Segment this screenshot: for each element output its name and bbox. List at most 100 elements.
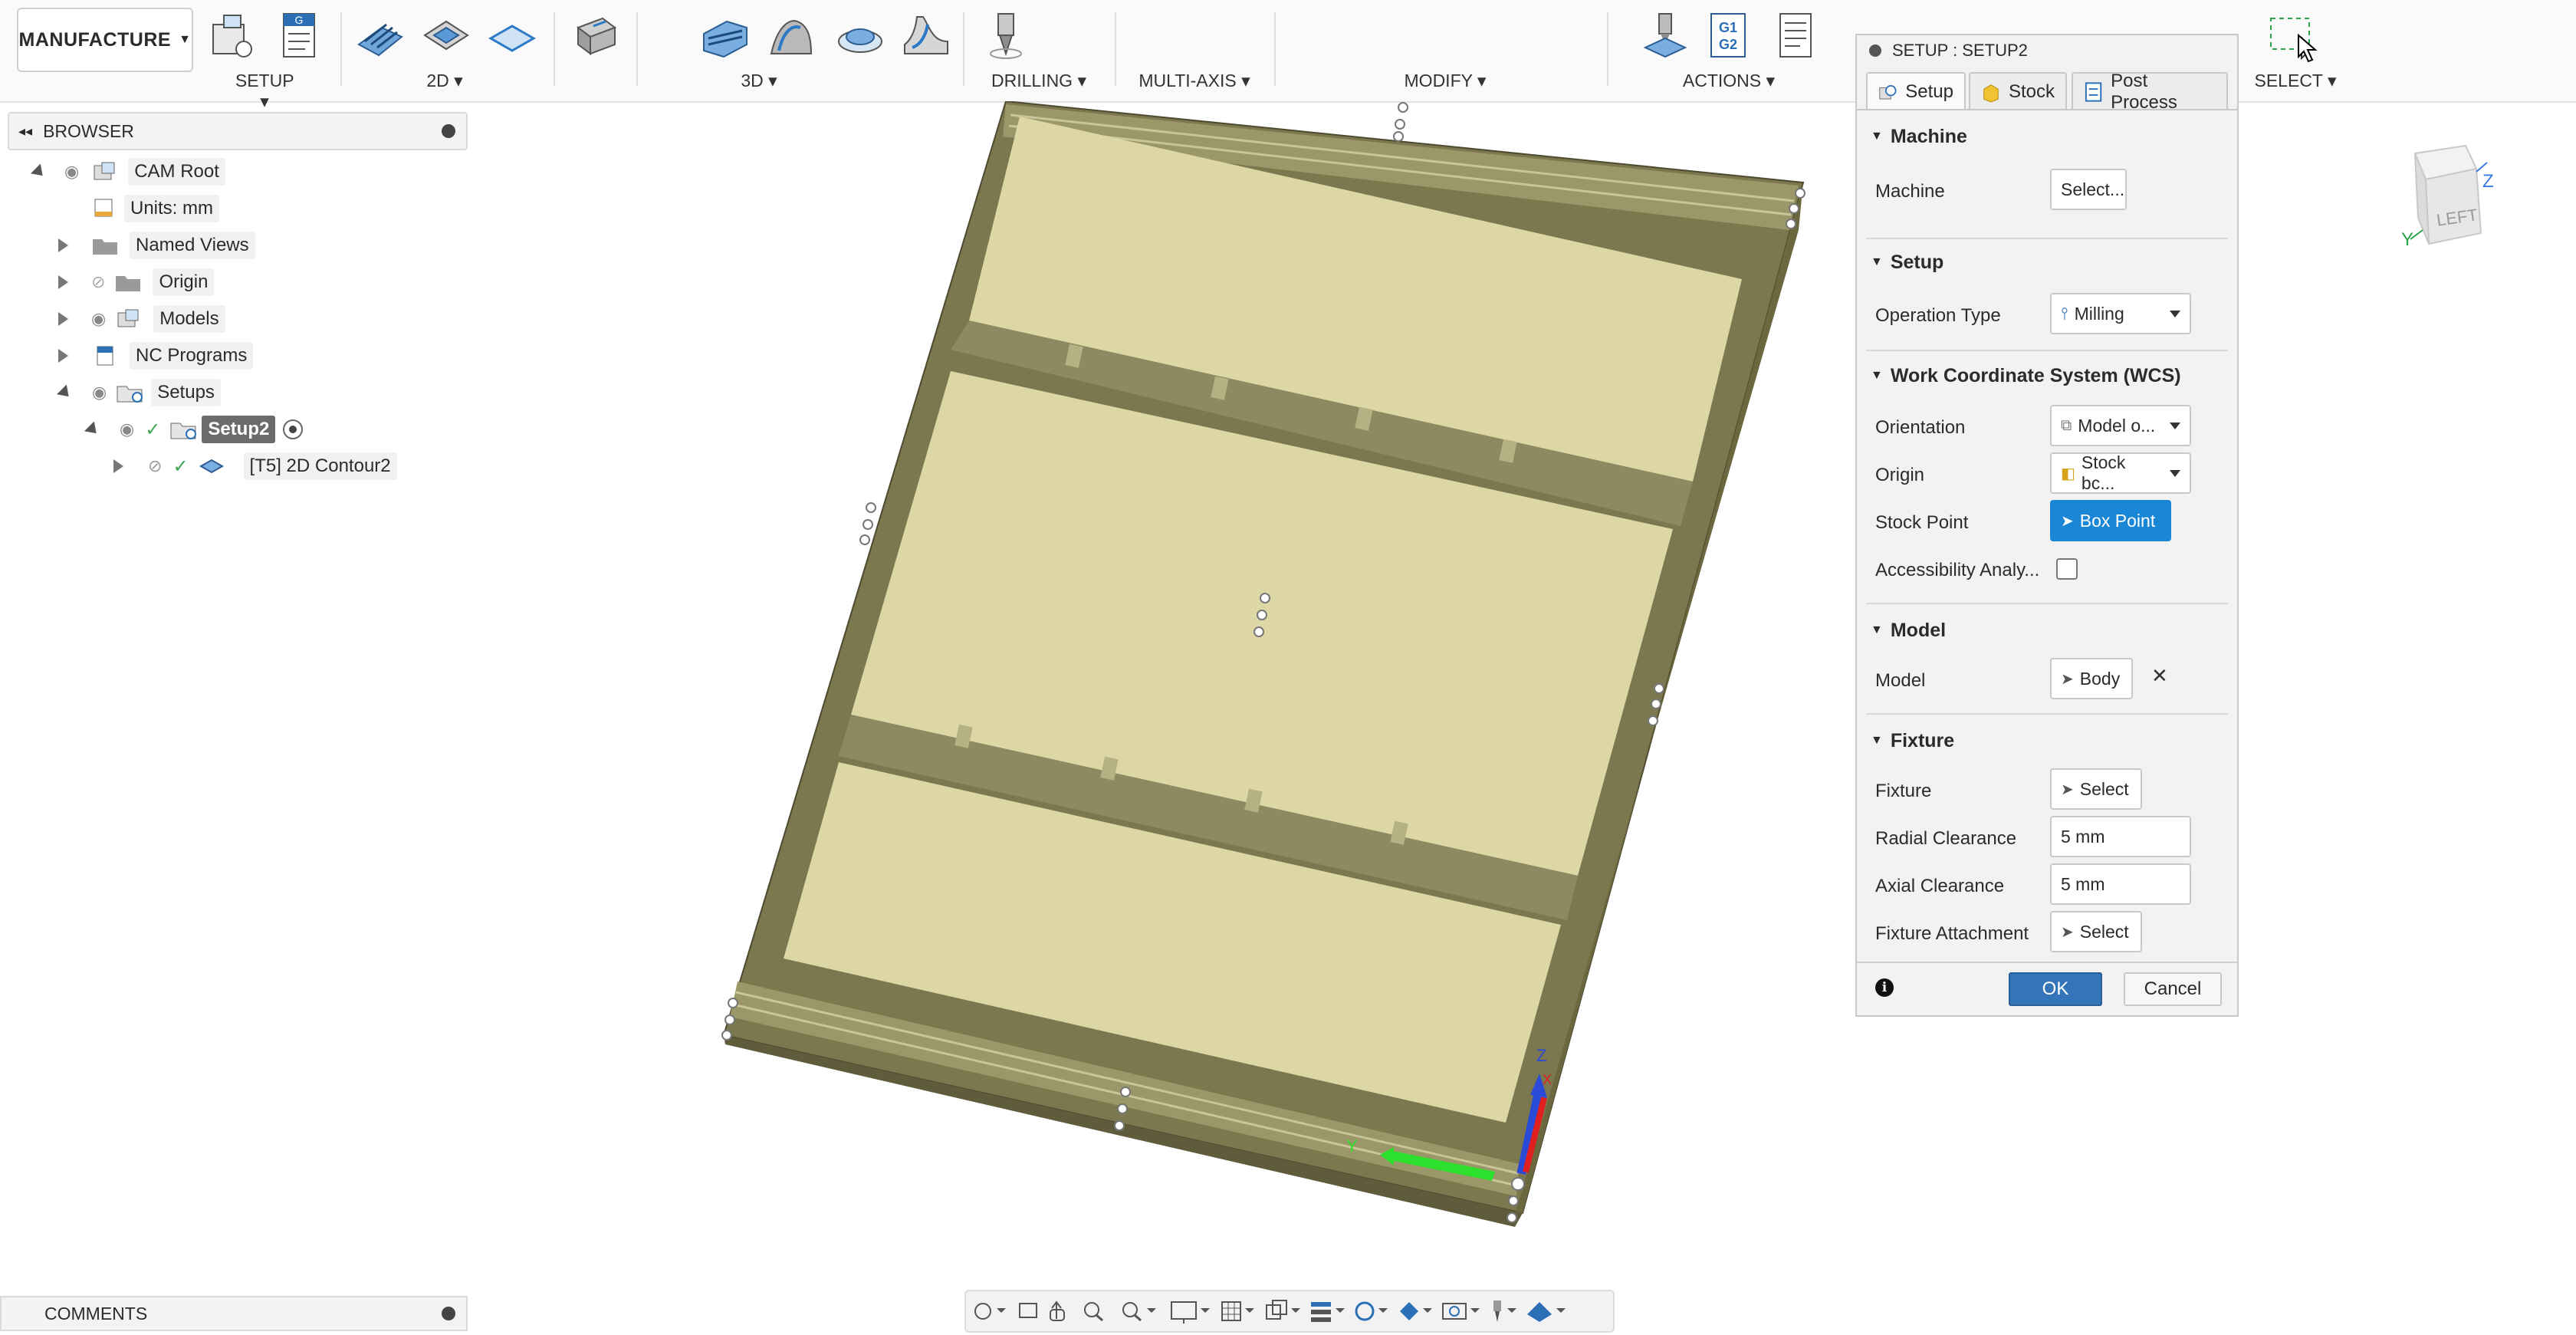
simulate-icon[interactable] [1641, 11, 1690, 60]
section-setup[interactable]: ▼ Setup [1857, 250, 2237, 275]
toolbar-divider [554, 12, 555, 86]
chevron-down-icon [2170, 310, 2180, 317]
cursor-arrow-icon: ➤ [2061, 923, 2074, 941]
section-wcs[interactable]: ▼ Work Coordinate System (WCS) [1857, 363, 2237, 388]
stock-point-selector[interactable]: ➤ Box Point [2050, 500, 2171, 541]
ok-button[interactable]: OK [2009, 972, 2102, 1006]
setup-sheet-icon[interactable] [1771, 11, 1820, 60]
drill-icon[interactable] [981, 11, 1030, 60]
grid-icon[interactable] [1221, 1301, 1254, 1321]
3d-adaptive-icon[interactable] [701, 11, 750, 60]
viewports-icon[interactable] [1266, 1300, 1300, 1320]
tab-stock[interactable]: Stock [1969, 72, 2067, 110]
nc-program-icon[interactable]: G [274, 11, 324, 60]
radial-clearance-value: 5 mm [2061, 826, 2105, 847]
section-collapse-icon[interactable]: ▼ [1871, 623, 1883, 637]
zoom-window-icon[interactable] [1122, 1302, 1156, 1322]
orientation-select[interactable]: ⧉ Model o... [2050, 405, 2191, 446]
2d-face-icon[interactable] [488, 11, 537, 60]
refresh-icon[interactable] [1355, 1301, 1388, 1321]
cursor-arrow-icon: ➤ [2061, 781, 2074, 798]
stock-box-icon: ◧ [2061, 465, 2075, 482]
fixture-attachment-label: Fixture Attachment [1875, 923, 2029, 944]
visual-style-icon[interactable] [1400, 1302, 1432, 1320]
2d-group-menu[interactable]: 2D ▾ [414, 71, 475, 91]
2d-group-label: 2D [426, 71, 449, 90]
3d-contour-icon[interactable] [836, 11, 885, 60]
3d-scallop-icon[interactable] [902, 11, 951, 60]
2d-adaptive-icon[interactable] [356, 11, 405, 60]
multi-axis-group-menu[interactable]: MULTI-AXIS ▾ [1133, 71, 1256, 91]
dialog-collapse-icon[interactable] [1869, 44, 1881, 57]
section-title: Model [1890, 619, 1947, 641]
operation-type-value: Milling [2074, 303, 2124, 324]
3d-group-menu[interactable]: 3D ▾ [728, 71, 790, 91]
viewcube[interactable]: LEFT Z Y [2392, 138, 2499, 276]
zoom-icon[interactable] [1084, 1302, 1103, 1322]
section-machine[interactable]: ▼ Machine [1857, 124, 2237, 149]
section-collapse-icon[interactable]: ▼ [1871, 734, 1883, 748]
toolbar-divider [1607, 12, 1608, 86]
workspace-menu-button[interactable]: MANUFACTURE ▼ [17, 8, 193, 72]
tool-display-icon[interactable] [1493, 1300, 1516, 1322]
3d-pocket-icon[interactable] [767, 11, 816, 60]
fixture-label: Fixture [1875, 781, 1932, 801]
new-setup-icon[interactable] [209, 11, 258, 60]
mouse-cursor-icon [2298, 34, 2318, 63]
origin-value: Stock bc... [2081, 452, 2126, 493]
section-title: Work Coordinate System (WCS) [1890, 364, 2181, 386]
stock-tab-icon [1983, 84, 1999, 103]
operation-type-select[interactable]: ⫯ Milling [2050, 293, 2191, 334]
section-model[interactable]: ▼ Model [1857, 618, 2237, 643]
modify-group-menu[interactable]: MODIFY ▾ [1395, 71, 1495, 91]
accessibility-analysis-checkbox[interactable] [2056, 558, 2078, 580]
post-process-tab-icon [2085, 82, 2102, 102]
camera-icon[interactable] [1442, 1303, 1480, 1320]
navigation-bar [964, 1290, 1615, 1333]
radial-clearance-label: Radial Clearance [1875, 828, 2017, 849]
actions-group-menu[interactable]: ACTIONS ▾ [1671, 71, 1786, 91]
section-collapse-icon[interactable]: ▼ [1871, 255, 1883, 269]
model-selector[interactable]: ➤ Body [2050, 658, 2133, 699]
fixture-selector[interactable]: ➤ Select [2050, 768, 2142, 810]
comments-title: COMMENTS [44, 1303, 148, 1323]
origin-select[interactable]: ◧ Stock bc... [2050, 452, 2191, 494]
axial-clearance-input[interactable]: 5 mm [2050, 863, 2191, 905]
orbit-icon[interactable] [974, 1303, 1006, 1320]
tab-setup[interactable]: Setup [1866, 72, 1966, 110]
info-icon[interactable]: i [1875, 978, 1894, 997]
svg-text:G1: G1 [1719, 20, 1737, 35]
machine-select-button[interactable]: Select... [2050, 169, 2127, 210]
add-comment-icon[interactable] [442, 1307, 455, 1320]
engrave-icon[interactable] [572, 11, 621, 60]
svg-text:G: G [295, 14, 304, 26]
2d-pocket-icon[interactable] [422, 11, 471, 60]
layers-icon[interactable] [1311, 1302, 1345, 1322]
fixture-value: Select [2079, 778, 2129, 799]
section-fixture[interactable]: ▼ Fixture [1857, 728, 2237, 753]
dialog-title-bar[interactable]: SETUP : SETUP2 [1857, 35, 2237, 66]
radial-clearance-input[interactable]: 5 mm [2050, 816, 2191, 857]
model-label: Model [1875, 670, 1926, 691]
display-settings-icon[interactable] [1171, 1301, 1210, 1323]
select-group-menu[interactable]: SELECT ▾ [2248, 71, 2343, 91]
cancel-button[interactable]: Cancel [2124, 972, 2222, 1006]
triad-y-label: Y [1346, 1136, 1358, 1156]
machine-label: Machine [1875, 181, 1945, 202]
pan-icon[interactable] [1050, 1300, 1065, 1321]
fixture-attachment-selector[interactable]: ➤ Select [2050, 911, 2142, 952]
tab-post-process[interactable]: Post Process [2072, 71, 2228, 113]
tab-label: Setup [1905, 81, 1953, 102]
post-process-icon[interactable]: G1 G2 [1704, 11, 1753, 60]
cancel-label: Cancel [2144, 978, 2202, 999]
look-at-icon[interactable] [1019, 1303, 1037, 1318]
viewcube-z-label: Z [2482, 171, 2494, 192]
viewport-canvas[interactable]: Z Y X [0, 101, 1855, 1288]
actions-group-label: ACTIONS [1682, 71, 1762, 90]
section-collapse-icon[interactable]: ▼ [1871, 130, 1883, 143]
clear-selection-icon[interactable]: ✕ [2151, 664, 2168, 688]
comments-panel[interactable]: COMMENTS [0, 1296, 468, 1331]
drilling-group-menu[interactable]: DRILLING ▾ [989, 71, 1089, 91]
simulation-icon[interactable] [1527, 1302, 1566, 1322]
section-collapse-icon[interactable]: ▼ [1871, 369, 1883, 383]
